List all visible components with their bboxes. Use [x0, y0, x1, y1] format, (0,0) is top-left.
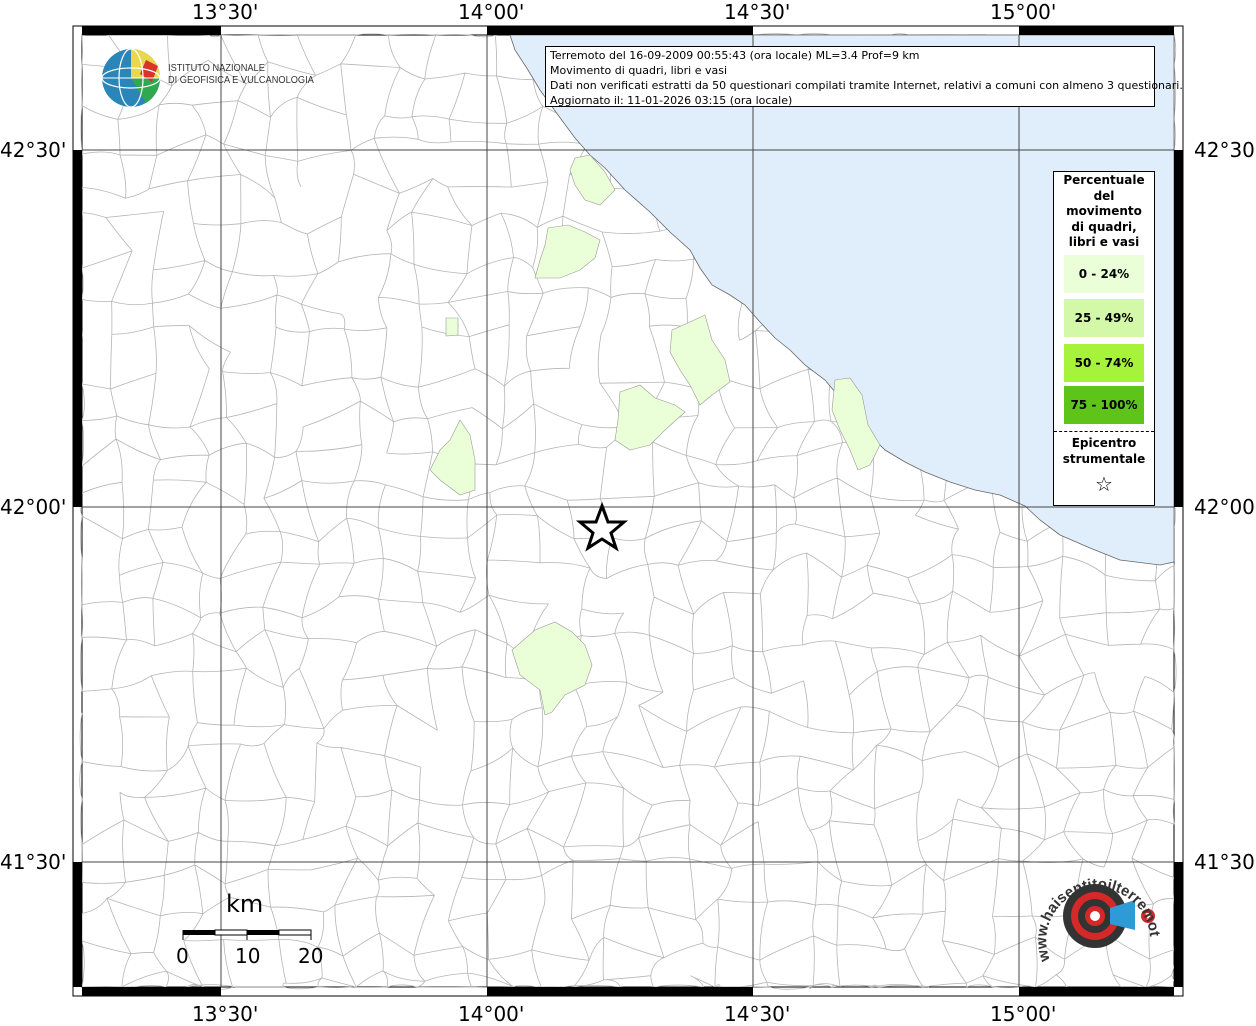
legend-title-line: Percentuale [1063, 173, 1145, 187]
info-line-subject: Movimento di quadri, libri e vasi [550, 64, 728, 77]
legend-class-75-100: 75 - 100% [1064, 386, 1144, 424]
legend: Percentuale del movimento di quadri, lib… [1053, 171, 1155, 506]
earthquake-info-box: Terremoto del 16-09-2009 00:55:43 (ora l… [545, 46, 1183, 107]
scale-seg-3 [247, 930, 279, 935]
lon-label-top-3: 14°30' [724, 0, 791, 24]
legend-title-line: libri e vasi [1068, 235, 1140, 249]
scale-unit-label: km [226, 890, 264, 918]
scale-seg-1 [183, 930, 215, 935]
legend-class-50-74: 50 - 74% [1064, 344, 1144, 382]
legend-class-25-49: 25 - 49% [1064, 299, 1144, 337]
lat-label-left-1: 42°30' [0, 138, 67, 162]
lon-label-bottom-2: 14°00' [458, 1002, 525, 1026]
scale-seg-2 [214, 929, 248, 936]
scale-seg-4 [278, 929, 312, 936]
info-line-source: Dati non verificati estratti da 50 quest… [550, 79, 1183, 92]
scale-label-0: 0 [176, 944, 189, 968]
legend-epicenter-line: Epicentro [1071, 436, 1137, 450]
lat-label-right-3: 41°30' [1194, 850, 1256, 874]
intensity-map: ? www.haisentitoilterremoto.it 13°30' 14… [0, 0, 1256, 1026]
area-0-24-c [445, 317, 459, 337]
lat-label-left-2: 42°00' [0, 495, 67, 519]
scale-label-20: 20 [298, 944, 324, 968]
scale-label-10: 10 [235, 944, 261, 968]
info-line-event: Terremoto del 16-09-2009 00:55:43 (ora l… [550, 49, 920, 62]
legend-title-line: del [1093, 188, 1115, 203]
frame-bar-bottom-3 [1019, 987, 1174, 996]
legend-epicenter-label: Epicentro strumentale [1054, 436, 1154, 467]
legend-title: Percentuale del movimento di quadri, lib… [1054, 173, 1154, 251]
lat-label-right-1: 42°30' [1194, 138, 1256, 162]
legend-title-line: movimento [1066, 204, 1142, 218]
lon-label-top-4: 15°00' [990, 0, 1057, 24]
ingv-logo-text: ISTITUTO NAZIONALE DI GEOFISICA E VULCAN… [168, 62, 314, 86]
frame-bar-bottom-1 [82, 987, 221, 996]
frame-bar-right-2 [1174, 862, 1183, 987]
frame-bar-top-3 [1019, 26, 1174, 35]
map-canvas: ? www.haisentitoilterremoto.it [0, 0, 1184, 997]
frame-bar-right-1 [1174, 150, 1183, 507]
lon-label-top-1: 13°30' [192, 0, 259, 24]
lon-label-bottom-4: 15°00' [990, 1002, 1057, 1026]
frame-bar-top-2 [487, 26, 753, 35]
lat-label-left-3: 41°30' [0, 850, 67, 874]
lon-label-bottom-3: 14°30' [724, 1002, 791, 1026]
ingv-globe-icon [101, 48, 161, 108]
lon-label-bottom-1: 13°30' [192, 1002, 259, 1026]
legend-divider [1054, 431, 1154, 432]
frame-bar-left-1 [73, 150, 82, 507]
ingv-line-1: ISTITUTO NAZIONALE [168, 62, 265, 74]
legend-star-icon: ☆ [1095, 472, 1113, 496]
ingv-line-2: DI GEOFISICA E VULCANOLOGIA [168, 74, 314, 86]
lat-label-right-2: 42°00' [1194, 495, 1256, 519]
frame-bar-bottom-2 [487, 987, 753, 996]
legend-title-line: di quadri, [1071, 219, 1137, 234]
frame-bar-left-2 [73, 862, 82, 987]
frame-bar-top-1 [82, 26, 221, 35]
legend-class-0-24: 0 - 24% [1064, 255, 1144, 293]
legend-epicenter-line: strumentale [1062, 451, 1146, 466]
lon-label-top-2: 14°00' [458, 0, 525, 24]
info-line-updated: Aggiornato il: 11-01-2026 03:15 (ora loc… [550, 94, 793, 107]
